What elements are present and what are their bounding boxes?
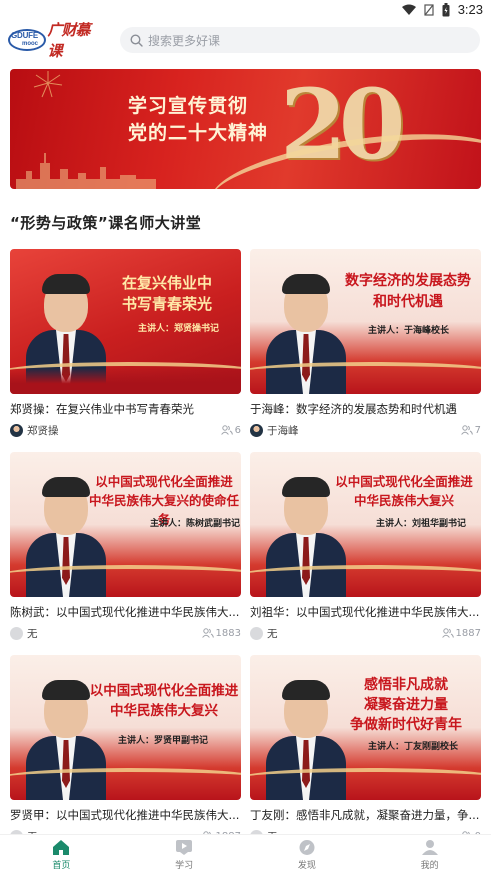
status-bar: 3:23 xyxy=(0,0,491,20)
thumbnail-headline: 感悟非凡成就 凝聚奋进力量 争做新时代好青年 xyxy=(350,677,462,733)
course-title[interactable]: 刘祖华：以中国式现代化推进中华民族伟大... xyxy=(250,604,481,620)
search-bar[interactable]: 搜索更多好课 xyxy=(120,27,480,53)
tab-home[interactable]: 首页 xyxy=(0,835,123,874)
tab-profile[interactable]: 我的 xyxy=(368,835,491,874)
battery-icon xyxy=(442,2,450,16)
course-card[interactable]: 以中国式现代化全面推进 中华民族伟大复兴 主讲人：罗贤甲副书记 罗贤甲：以中国式… xyxy=(10,655,241,844)
course-title[interactable]: 丁友刚：感悟非凡成就，凝聚奋进力量，争... xyxy=(250,807,481,823)
skyline-decoration xyxy=(16,153,156,189)
author-avatar xyxy=(250,626,263,640)
course-thumbnail: 在复兴伟业中 书写青春荣光 主讲人：郑贤操书记 xyxy=(10,249,241,394)
course-thumbnail: 以中国式现代化全面推进 中华民族伟大复兴的使命任务 主讲人：陈树武副书记 xyxy=(10,452,241,597)
author-avatar xyxy=(10,423,23,437)
course-thumbnail: 数字经济的发展态势 和时代机遇 主讲人：于海峰校长 xyxy=(250,249,481,394)
app-header: GDUFE mooc 广财慕课 搜索更多好课 xyxy=(0,20,491,60)
compass-icon xyxy=(299,840,315,855)
course-meta: 无 1883 xyxy=(10,625,241,641)
play-book-icon xyxy=(176,840,193,855)
status-time: 3:23 xyxy=(457,2,483,17)
learners-icon xyxy=(220,425,233,435)
promo-banner[interactable]: 学习宣传贯彻 党的二十大精神 20 xyxy=(10,69,481,189)
course-thumbnail: 以中国式现代化全面推进 中华民族伟大复兴 主讲人：罗贤甲副书记 xyxy=(10,655,241,800)
thumbnail-speaker: 主讲人：刘祖华副书记 xyxy=(376,519,467,529)
course-card[interactable]: 以中国式现代化全面推进 中华民族伟大复兴 主讲人：刘祖华副书记 刘祖华：以中国式… xyxy=(250,452,481,641)
tab-discover[interactable]: 发现 xyxy=(246,835,369,874)
course-title[interactable]: 于海峰：数字经济的发展态势和时代机遇 xyxy=(250,401,481,417)
thumbnail-headline: 数字经济的发展态势 和时代机遇 xyxy=(345,273,471,310)
home-icon xyxy=(53,840,70,855)
author-name: 无 xyxy=(27,627,38,640)
course-card[interactable]: 在复兴伟业中 书写青春荣光 主讲人：郑贤操书记 郑贤操：在复兴伟业中书写青春荣光… xyxy=(10,249,241,438)
learner-count: 1887 xyxy=(455,627,481,639)
author-name: 于海峰 xyxy=(267,424,299,437)
tab-study[interactable]: 学习 xyxy=(123,835,246,874)
wifi-icon xyxy=(401,4,416,15)
course-card[interactable]: 以中国式现代化全面推进 中华民族伟大复兴的使命任务 主讲人：陈树武副书记 陈树武… xyxy=(10,452,241,641)
app-logo[interactable]: GDUFE mooc 广财慕课 xyxy=(8,21,100,60)
thumbnail-speaker: 主讲人：于海峰校长 xyxy=(368,326,450,336)
author-name: 郑贤操 xyxy=(27,424,59,437)
course-card[interactable]: 数字经济的发展态势 和时代机遇 主讲人：于海峰校长 于海峰：数字经济的发展态势和… xyxy=(250,249,481,438)
course-meta: 于海峰 7 xyxy=(250,422,481,438)
search-icon xyxy=(130,33,143,47)
course-title[interactable]: 罗贤甲：以中国式现代化推进中华民族伟大... xyxy=(10,807,241,823)
thumbnail-headline: 以中国式现代化全面推进 中华民族伟大复兴 xyxy=(335,474,473,508)
logo-mark: GDUFE mooc xyxy=(8,28,46,52)
user-icon xyxy=(421,840,438,855)
course-title[interactable]: 郑贤操：在复兴伟业中书写青春荣光 xyxy=(10,401,241,417)
search-placeholder: 搜索更多好课 xyxy=(148,33,221,48)
course-thumbnail: 以中国式现代化全面推进 中华民族伟大复兴 主讲人：刘祖华副书记 xyxy=(250,452,481,597)
learners-icon xyxy=(460,425,473,435)
banner-title: 学习宣传贯彻 党的二十大精神 xyxy=(128,95,269,144)
section-title: “形势与政策”课名师大讲堂 xyxy=(10,214,202,232)
thumbnail-speaker: 主讲人：郑贤操书记 xyxy=(138,324,220,334)
thumbnail-speaker: 主讲人：罗贤甲副书记 xyxy=(118,736,209,746)
course-title[interactable]: 陈树武：以中国式现代化推进中华民族伟大... xyxy=(10,604,241,620)
bottom-tab-bar: 首页 学习 发现 我的 xyxy=(0,834,491,874)
thumbnail-headline: 以中国式现代化全面推进 中华民族伟大复兴 xyxy=(89,683,239,719)
thumbnail-speaker: 主讲人：陈树武副书记 xyxy=(150,519,241,529)
learners-icon xyxy=(201,628,214,638)
learner-count: 7 xyxy=(474,424,481,436)
learner-count: 1883 xyxy=(215,627,241,639)
learners-icon xyxy=(441,628,454,638)
course-meta: 无 1887 xyxy=(250,625,481,641)
thumbnail-speaker: 主讲人：丁友刚副校长 xyxy=(368,742,459,752)
author-avatar xyxy=(10,626,23,640)
logo-text: 广财慕课 xyxy=(47,21,91,60)
fireworks-decoration xyxy=(33,71,63,98)
thumbnail-headline: 在复兴伟业中 书写青春荣光 xyxy=(121,274,212,313)
author-name: 无 xyxy=(267,627,278,640)
course-meta: 郑贤操 6 xyxy=(10,422,241,438)
course-thumbnail: 感悟非凡成就 凝聚奋进力量 争做新时代好青年 主讲人：丁友刚副校长 xyxy=(250,655,481,800)
course-card[interactable]: 感悟非凡成就 凝聚奋进力量 争做新时代好青年 主讲人：丁友刚副校长 丁友刚：感悟… xyxy=(250,655,481,844)
learner-count: 6 xyxy=(234,424,241,436)
notification-muted-icon xyxy=(424,3,434,16)
author-avatar xyxy=(250,423,263,437)
